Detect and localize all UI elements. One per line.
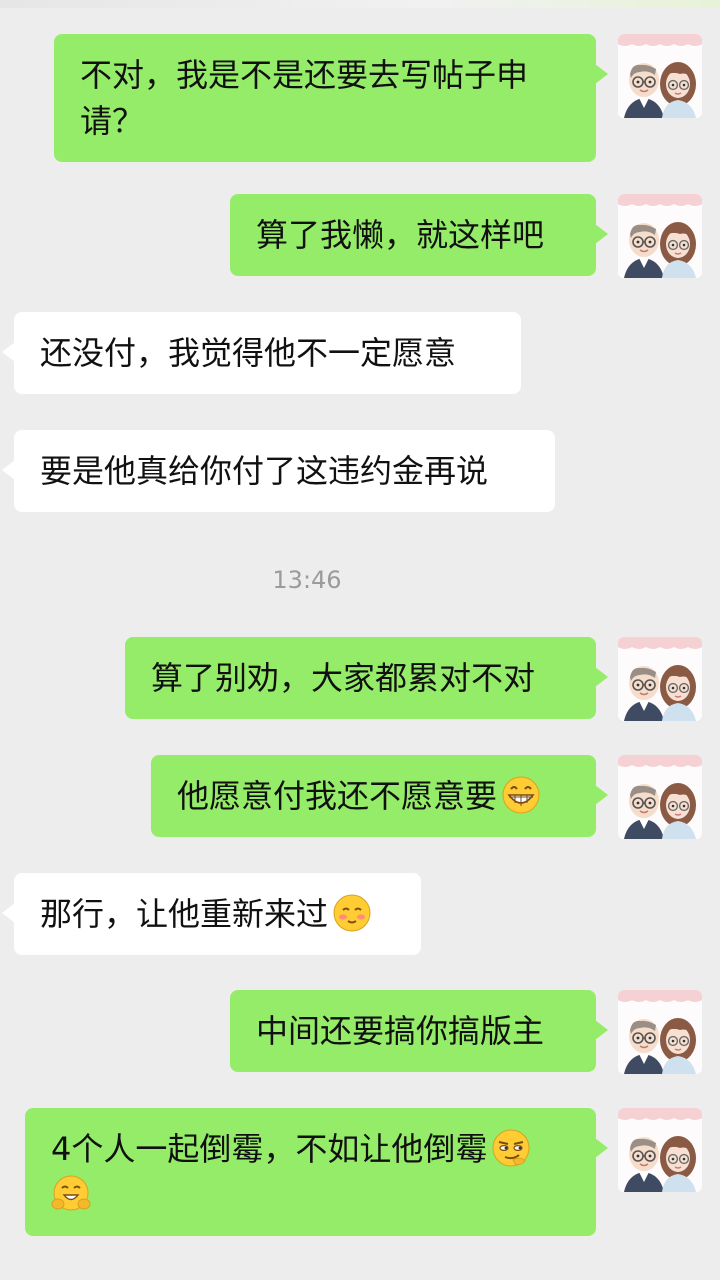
message-text: 算了我懒，就这样吧	[256, 216, 545, 254]
blush-emoji-icon	[332, 893, 372, 933]
message-text: 要是他真给你付了这违约金再说	[40, 452, 489, 490]
avatar[interactable]	[618, 990, 702, 1074]
message-bubble-sent[interactable]: 4个人一起倒霉，不如让他倒霉	[25, 1108, 608, 1236]
grin-emoji-icon	[501, 775, 541, 815]
message-text: 4个人一起倒霉，不如让他倒霉	[51, 1130, 488, 1168]
message-bubble-sent[interactable]: 中间还要搞你搞版主	[230, 990, 608, 1072]
message-text: 不对，我是不是还要去写帖子申请？	[80, 56, 529, 140]
message-bubble-sent[interactable]: 算了别劝，大家都累对不对	[125, 637, 608, 719]
message-text: 中间还要搞你搞版主	[256, 1012, 545, 1050]
top-edge-strip	[0, 0, 720, 8]
avatar[interactable]	[618, 1108, 702, 1192]
avatar[interactable]	[618, 755, 702, 839]
message-bubble-received[interactable]: 要是他真给你付了这违约金再说	[2, 430, 555, 512]
message-text: 还没付，我觉得他不一定愿意	[40, 334, 457, 372]
message-text: 算了别劝，大家都累对不对	[151, 659, 536, 697]
message-bubble-sent[interactable]: 不对，我是不是还要去写帖子申请？	[54, 34, 608, 162]
message-text: 他愿意付我还不愿意要	[177, 777, 498, 815]
hug-emoji-icon	[51, 1174, 91, 1214]
avatar[interactable]	[618, 34, 702, 118]
message-bubble-sent[interactable]: 算了我懒，就这样吧	[230, 194, 608, 276]
time-separator: 13:46	[272, 566, 342, 594]
message-bubble-sent[interactable]: 他愿意付我还不愿意要	[151, 755, 608, 837]
avatar[interactable]	[618, 194, 702, 278]
message-bubble-received[interactable]: 还没付，我觉得他不一定愿意	[2, 312, 521, 394]
smirk-emoji-icon	[491, 1128, 531, 1168]
avatar[interactable]	[618, 637, 702, 721]
message-text: 那行，让他重新来过	[40, 895, 329, 933]
message-bubble-received[interactable]: 那行，让他重新来过	[2, 873, 421, 955]
